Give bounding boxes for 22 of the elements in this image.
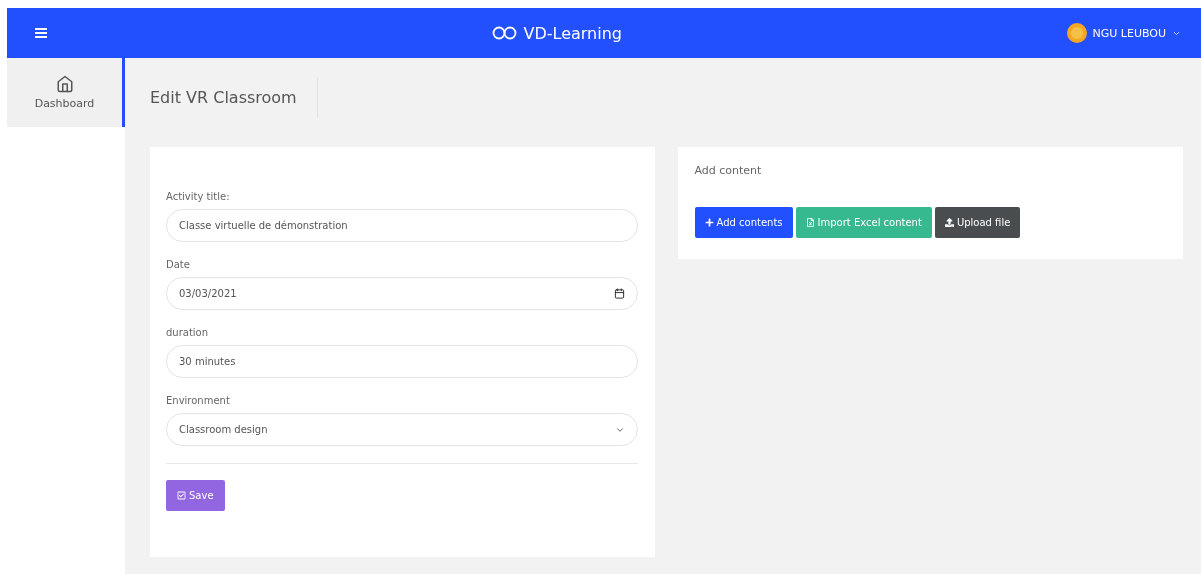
- action-button[interactable]: Add contents: [694, 207, 793, 238]
- file-icon: [805, 218, 815, 227]
- card-title: Add content: [694, 164, 763, 177]
- plus-icon: [704, 218, 714, 227]
- sidebar-item[interactable]: Dashboard: [7, 58, 125, 127]
- page-title: Edit VR Classroom: [150, 78, 318, 118]
- logo-icon: [491, 26, 518, 40]
- menu-icon[interactable]: [35, 28, 47, 38]
- field-label: Date: [166, 259, 191, 270]
- field-label: Activity title:: [166, 191, 231, 202]
- user-name[interactable]: NGU LEUBOU: [1092, 26, 1166, 40]
- field-label: duration: [166, 327, 210, 338]
- calendar-icon[interactable]: [613, 288, 625, 299]
- home-icon: [55, 75, 74, 93]
- action-button[interactable]: Upload file: [934, 207, 1021, 238]
- brand-name: VD-Learning: [523, 23, 622, 43]
- upload-icon: [944, 218, 954, 227]
- sidebar-label: Dashboard: [34, 97, 95, 110]
- save-button[interactable]: Save: [166, 480, 225, 511]
- field-label: Environment: [166, 395, 231, 406]
- checkbox-icon: [177, 491, 186, 500]
- avatar-icon: [1066, 23, 1087, 43]
